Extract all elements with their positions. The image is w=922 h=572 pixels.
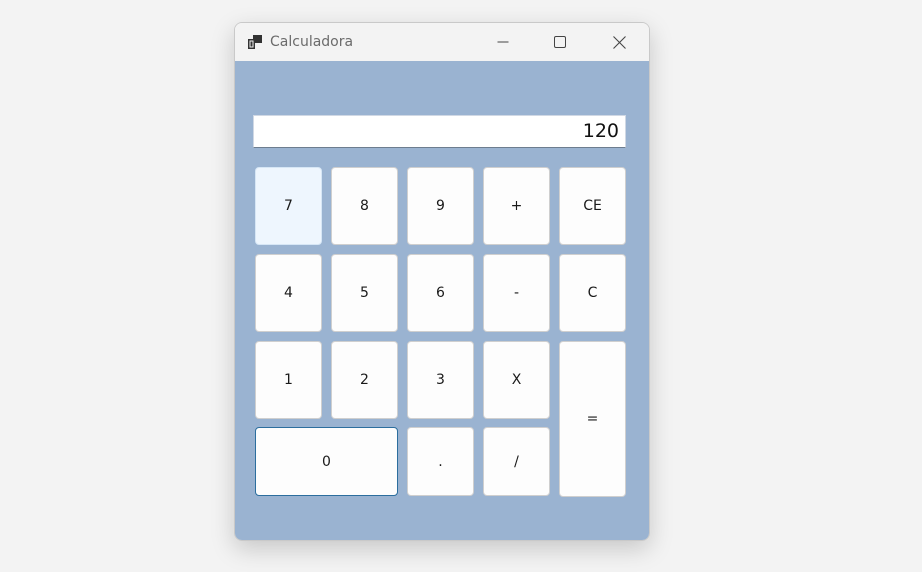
key-7[interactable]: 7	[255, 167, 322, 245]
minimize-icon	[497, 41, 509, 43]
key-add[interactable]: +	[483, 167, 550, 245]
key-divide[interactable]: /	[483, 427, 550, 496]
key-multiply[interactable]: X	[483, 341, 550, 419]
key-subtract[interactable]: -	[483, 254, 550, 332]
key-3[interactable]: 3	[407, 341, 474, 419]
display-field[interactable]: 120	[253, 115, 626, 148]
maximize-icon	[554, 36, 566, 48]
key-0[interactable]: 0	[255, 427, 398, 496]
close-button[interactable]	[596, 23, 642, 61]
key-6[interactable]: 6	[407, 254, 474, 332]
key-5[interactable]: 5	[331, 254, 398, 332]
close-icon	[612, 35, 626, 49]
key-9[interactable]: 9	[407, 167, 474, 245]
key-decimal[interactable]: .	[407, 427, 474, 496]
key-clear[interactable]: C	[559, 254, 626, 332]
title-bar[interactable]: Calculadora	[235, 23, 649, 61]
window-title: Calculadora	[270, 34, 354, 50]
maximize-button[interactable]	[537, 23, 583, 61]
calculator-body: 120 7 8 9 + CE 4 5 6 - C 1 2 3 X = 0 . /	[235, 61, 649, 540]
key-equals[interactable]: =	[559, 341, 626, 497]
minimize-button[interactable]	[480, 23, 526, 61]
calculator-window-icon	[248, 35, 262, 49]
key-2[interactable]: 2	[331, 341, 398, 419]
key-4[interactable]: 4	[255, 254, 322, 332]
key-clear-entry[interactable]: CE	[559, 167, 626, 245]
calculator-window: Calculadora 120 7 8 9 + CE 4 5 6 - C 1 2…	[234, 22, 650, 541]
key-8[interactable]: 8	[331, 167, 398, 245]
key-1[interactable]: 1	[255, 341, 322, 419]
